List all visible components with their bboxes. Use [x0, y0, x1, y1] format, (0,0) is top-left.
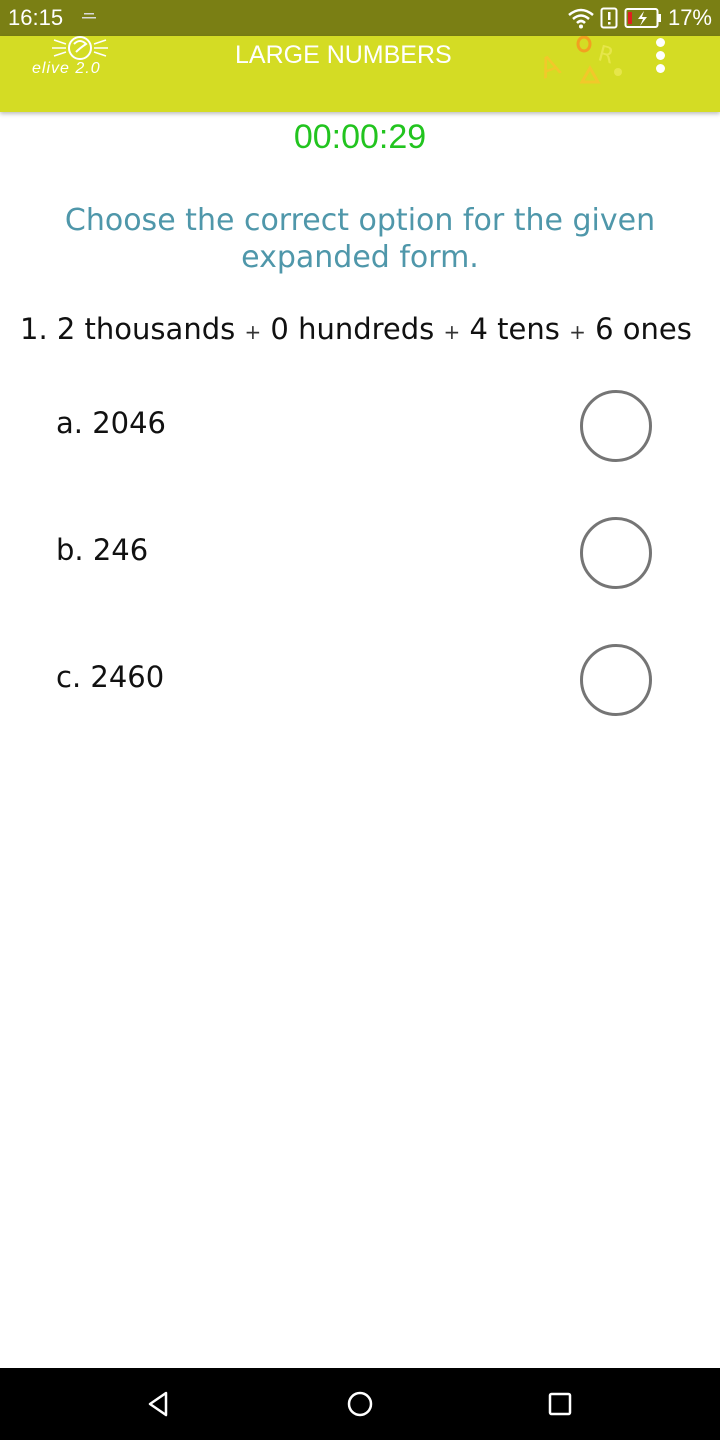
option-a-radio[interactable] — [580, 390, 652, 462]
battery-percent: 17% — [667, 5, 712, 30]
question-text: 1. 2 thousands + 0 hundreds + 4 tens + 6… — [20, 312, 710, 346]
overflow-menu-button[interactable] — [648, 38, 672, 78]
status-time: 16:15 — [8, 5, 64, 30]
option-b-radio[interactable] — [580, 517, 652, 589]
svg-text:A: A — [536, 48, 564, 86]
system-nav-bar — [0, 1368, 720, 1440]
plus-sign: + — [244, 320, 262, 344]
plus-sign: + — [569, 320, 586, 344]
svg-text:R: R — [595, 41, 616, 69]
wifi-icon — [568, 8, 594, 29]
question-part: 0 hundreds — [270, 312, 435, 346]
question-part: 2 thousands — [56, 312, 236, 346]
logo-text: elive 2.0 — [32, 60, 101, 77]
page-title: LARGE NUMBERS — [235, 41, 452, 69]
instruction-text: Choose the correct option for the given … — [64, 203, 656, 275]
question-number: 1. — [20, 312, 48, 346]
app-bar: elive 2.0 LARGE NUMBERS A R — [0, 36, 720, 112]
option-a[interactable]: a. 2046 — [0, 386, 720, 466]
status-bar: 16:15 17% — [0, 0, 720, 36]
plus-sign: + — [443, 320, 461, 344]
recents-icon[interactable] — [542, 1386, 578, 1422]
quiz-timer: 00:00:29 — [293, 118, 427, 156]
status-icons: 17% — [568, 5, 712, 31]
option-label: a. 2046 — [56, 406, 167, 440]
notification-icon — [82, 13, 96, 19]
question-part: 4 tens — [469, 312, 560, 346]
alert-icon — [600, 7, 618, 29]
back-icon[interactable] — [140, 1386, 176, 1422]
battery-charging-icon — [624, 8, 661, 28]
overflow-menu-dot — [655, 64, 665, 73]
overflow-menu-icon — [655, 38, 665, 47]
screen: 16:15 17% elive 2.0 LARGE NUMBERS A R 00… — [0, 0, 720, 1440]
option-b[interactable]: b. 246 — [0, 513, 720, 593]
option-label: b. 246 — [56, 533, 149, 567]
home-icon[interactable] — [342, 1386, 378, 1422]
overflow-menu-dot — [655, 51, 665, 60]
question-part: 6 ones — [595, 312, 692, 346]
shapes-logo-icon: A R — [536, 36, 622, 86]
option-label: c. 2460 — [56, 660, 165, 694]
option-c-radio[interactable] — [580, 644, 652, 716]
option-c[interactable]: c. 2460 — [0, 640, 720, 720]
